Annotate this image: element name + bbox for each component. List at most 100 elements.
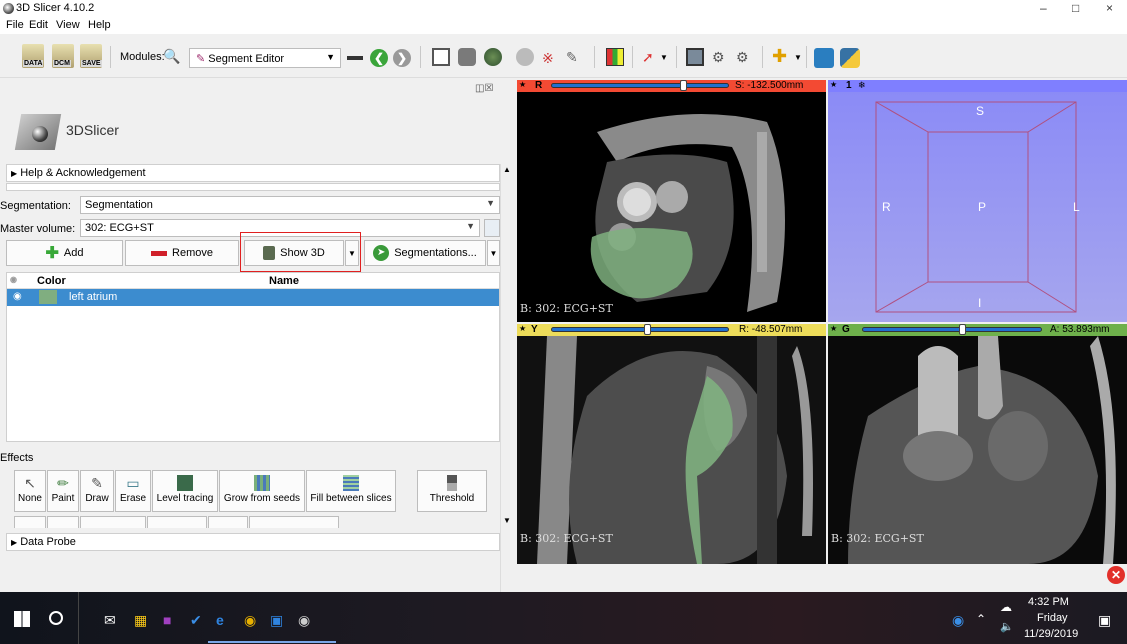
effect-hollow-button[interactable] bbox=[147, 516, 207, 528]
show3d-button[interactable]: Show 3D bbox=[244, 240, 344, 266]
editor-icon[interactable]: ✎ bbox=[566, 49, 578, 66]
markups-icon[interactable]: ※ bbox=[542, 50, 554, 67]
effect-threshold-button[interactable]: Threshold bbox=[417, 470, 487, 512]
search-circle-icon[interactable] bbox=[49, 611, 63, 625]
forward-arrow-icon[interactable]: ❯ bbox=[393, 49, 411, 67]
models-module-icon[interactable] bbox=[458, 48, 476, 66]
table-row[interactable]: ◉ left atrium bbox=[7, 289, 499, 306]
effect-logical-button[interactable] bbox=[47, 516, 79, 528]
view-layout-icon[interactable]: ➚ bbox=[642, 49, 654, 66]
green-offset-slider[interactable] bbox=[862, 324, 1042, 335]
volume-options-icon[interactable] bbox=[484, 219, 500, 237]
segment-color-swatch[interactable] bbox=[39, 290, 57, 304]
back-arrow-icon[interactable]: ❮ bbox=[370, 49, 388, 67]
edge-browser-icon[interactable]: e bbox=[216, 612, 224, 628]
network-status-icon[interactable]: ◉ bbox=[952, 612, 964, 629]
segmentation-selector[interactable]: Segmentation ▼ bbox=[80, 196, 500, 214]
transforms-icon[interactable] bbox=[516, 48, 534, 66]
python-console-icon[interactable] bbox=[840, 48, 860, 68]
eye-icon[interactable]: ◉ bbox=[13, 291, 22, 302]
segmentations-button[interactable]: ➤ Segmentations... bbox=[364, 240, 486, 266]
menu-file[interactable]: File bbox=[6, 19, 24, 31]
fiducial-place-icon[interactable]: ✚ bbox=[772, 46, 787, 67]
save-button[interactable]: SAVE bbox=[80, 44, 102, 68]
clock-date[interactable]: 11/29/2019 bbox=[1024, 628, 1078, 640]
segment-name[interactable]: left atrium bbox=[69, 291, 117, 303]
effect-smoothing-button[interactable] bbox=[208, 516, 248, 528]
grow-seeds-icon bbox=[254, 475, 270, 491]
maximize-button[interactable]: □ bbox=[1072, 1, 1079, 15]
module-search-icon[interactable]: 🔍 bbox=[163, 48, 180, 65]
plus-icon: ✚ bbox=[45, 245, 59, 262]
menu-help[interactable]: Help bbox=[88, 19, 111, 31]
effect-paint-button[interactable]: ✏ Paint bbox=[47, 470, 79, 512]
onenote-icon[interactable]: ■ bbox=[163, 612, 171, 628]
extension-manager-icon[interactable] bbox=[814, 48, 834, 68]
clock-time[interactable]: 4:32 PM bbox=[1028, 596, 1069, 608]
cloud-icon[interactable]: ☁ bbox=[1000, 600, 1012, 614]
data-module-icon[interactable] bbox=[432, 48, 450, 66]
green-slice-view[interactable]: B: 302: ECG+ST bbox=[828, 336, 1127, 564]
yellow-offset-slider[interactable] bbox=[551, 324, 729, 335]
file-explorer-icon[interactable]: ▦ bbox=[134, 612, 147, 629]
screenshot-icon[interactable] bbox=[686, 48, 704, 66]
notifications-icon[interactable]: ▣ bbox=[1098, 612, 1111, 629]
scroll-up-icon[interactable]: ▲ bbox=[503, 165, 511, 174]
effect-islands-button[interactable] bbox=[14, 516, 46, 528]
table-header: ◉ Color Name bbox=[7, 273, 499, 289]
pin-icon[interactable]: ★ bbox=[830, 324, 837, 333]
todo-icon[interactable]: ✔ bbox=[190, 612, 202, 629]
threed-view-controller: ★ 1 ❄ bbox=[828, 80, 1127, 92]
pin-icon[interactable]: ★ bbox=[830, 80, 837, 89]
module-history-button[interactable] bbox=[347, 56, 363, 60]
chevron-down-icon[interactable]: ▼ bbox=[660, 53, 668, 62]
menu-edit[interactable]: Edit bbox=[29, 19, 48, 31]
threed-view[interactable]: S R P L I bbox=[828, 92, 1127, 322]
panel-undock-icons[interactable]: ◫☒ bbox=[475, 83, 493, 94]
pin-icon[interactable]: ★ bbox=[519, 80, 526, 89]
scrollbar[interactable]: ▲ ▼ bbox=[500, 164, 512, 604]
red-offset-slider[interactable] bbox=[551, 80, 729, 91]
effect-none-button[interactable]: ↖ None bbox=[14, 470, 46, 512]
windows-start-icon[interactable] bbox=[14, 611, 30, 627]
red-slice-view[interactable]: B: 302: ECG+ST bbox=[517, 92, 826, 322]
crosshair-icon[interactable]: ⚙ bbox=[712, 49, 725, 66]
module-selector[interactable]: ✎ Segment Editor ▼ bbox=[189, 48, 341, 68]
chrome-icon[interactable]: ◉ bbox=[244, 612, 256, 629]
mouse-mode-icon[interactable]: ⚙ bbox=[736, 49, 749, 66]
layout-icon[interactable] bbox=[606, 48, 624, 66]
load-data-button[interactable]: DATA bbox=[22, 44, 44, 68]
segmentations-dropdown[interactable]: ▼ bbox=[487, 240, 500, 266]
chevron-down-icon[interactable]: ▼ bbox=[794, 53, 802, 62]
help-acknowledgement-section[interactable]: ▶ Help & Acknowledgement bbox=[6, 164, 500, 182]
volume-rendering-icon[interactable] bbox=[484, 48, 502, 66]
slicer-taskbar-icon[interactable]: ◉ bbox=[298, 612, 310, 629]
mail-icon[interactable]: ✉ bbox=[104, 612, 116, 629]
minimize-button[interactable]: – bbox=[1040, 1, 1047, 15]
data-probe-section[interactable]: ▶ Data Probe bbox=[6, 533, 500, 551]
yellow-slice-view[interactable]: B: 302: ECG+ST bbox=[517, 336, 826, 564]
pin-icon[interactable]: ★ bbox=[519, 324, 526, 333]
menu-view[interactable]: View bbox=[56, 19, 80, 31]
effect-level-tracing-button[interactable]: Level tracing bbox=[152, 470, 218, 512]
effect-margin-button[interactable] bbox=[80, 516, 146, 528]
close-button[interactable]: × bbox=[1106, 1, 1113, 15]
effect-erase-button[interactable]: ▭ Erase bbox=[115, 470, 151, 512]
modules-label: Modules: bbox=[120, 51, 165, 63]
effect-grow-from-seeds-button[interactable]: Grow from seeds bbox=[219, 470, 305, 512]
chevron-up-icon[interactable]: ⌃ bbox=[976, 612, 986, 626]
scroll-down-icon[interactable]: ▼ bbox=[503, 516, 511, 525]
clock-day[interactable]: Friday bbox=[1037, 612, 1068, 624]
effect-scissors-button[interactable] bbox=[249, 516, 339, 528]
dicom-button[interactable]: DCM bbox=[52, 44, 74, 68]
effect-draw-button[interactable]: ✎ Draw bbox=[80, 470, 114, 512]
view-options-icon[interactable]: ❄ bbox=[858, 80, 866, 91]
remove-segment-button[interactable]: Remove bbox=[125, 240, 239, 266]
effect-fill-between-slices-button[interactable]: Fill between slices bbox=[306, 470, 396, 512]
volume-icon[interactable]: 🔈 bbox=[1000, 620, 1014, 633]
color-column-header: Color bbox=[37, 275, 66, 287]
show3d-dropdown[interactable]: ▼ bbox=[345, 240, 359, 266]
cortana-app-icon[interactable]: ▣ bbox=[270, 612, 283, 629]
error-log-icon[interactable]: ✕ bbox=[1107, 566, 1125, 584]
add-segment-button[interactable]: ✚ Add bbox=[6, 240, 123, 266]
